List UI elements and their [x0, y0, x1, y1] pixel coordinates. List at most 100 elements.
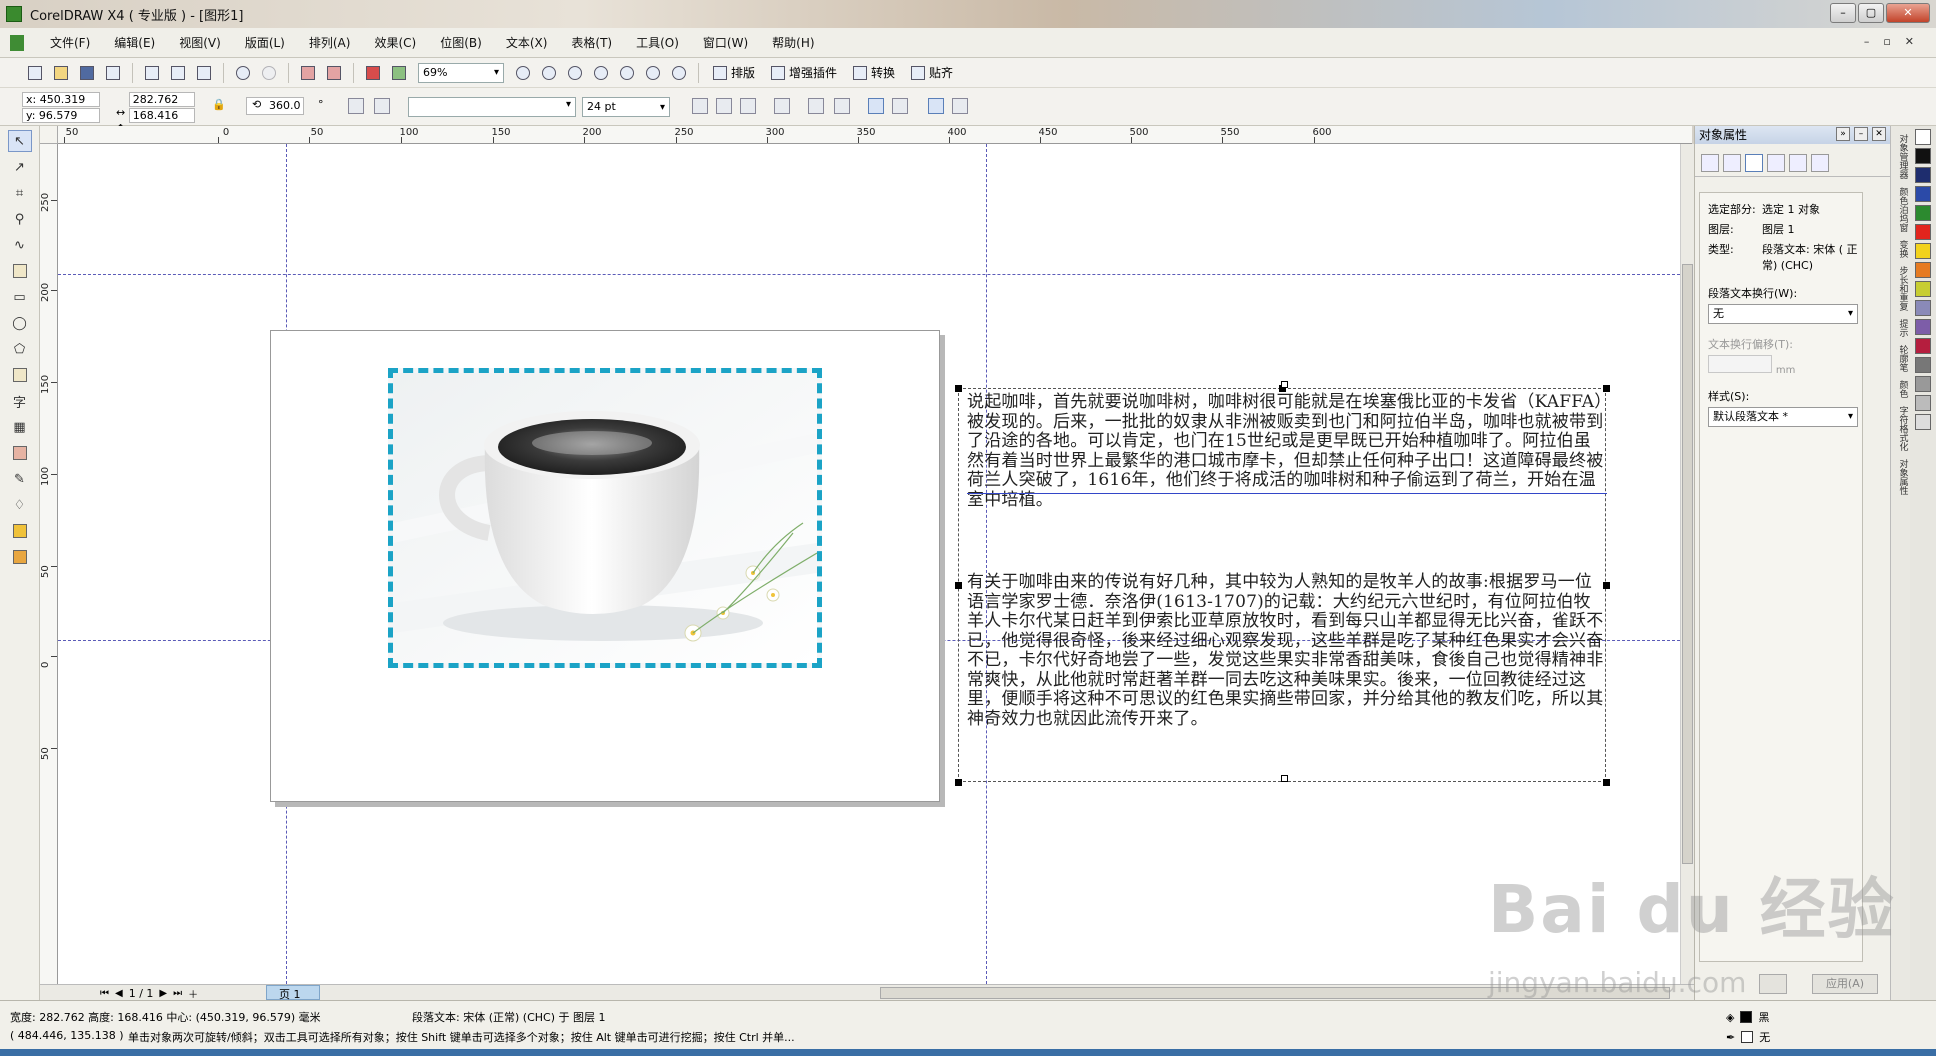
color-swatch[interactable]: [1915, 186, 1931, 202]
alignment-icon[interactable]: [774, 98, 790, 114]
docker-expand-icon[interactable]: »: [1836, 127, 1850, 141]
text-tool[interactable]: 字: [8, 390, 32, 412]
paragraph-text-frame[interactable]: 说起咖啡，首先就要说咖啡树，咖啡树很可能就是在埃塞俄比亚的卡发省（KAFFA）被…: [955, 381, 1610, 786]
paste-button[interactable]: [193, 62, 215, 84]
ellipse-tool[interactable]: ◯: [8, 312, 32, 334]
zoom-selected-button[interactable]: [564, 62, 586, 84]
vertical-ruler[interactable]: 250 200 150 100 50 0 50: [40, 144, 58, 984]
docker-side-tab[interactable]: 变换: [1894, 240, 1908, 258]
table-tool[interactable]: ▦: [8, 416, 32, 438]
undo-button[interactable]: [232, 62, 254, 84]
layout-button[interactable]: 排版: [713, 64, 755, 81]
basic-shapes-tool[interactable]: [8, 364, 32, 386]
color-swatch[interactable]: [1915, 376, 1931, 392]
selection-handle[interactable]: [1603, 385, 1610, 392]
edit-text-icon[interactable]: [892, 98, 908, 114]
outline-indicator[interactable]: ✒ 无: [1726, 1029, 1770, 1045]
vertical-scroll-thumb[interactable]: [1682, 264, 1693, 864]
ruler-origin[interactable]: [40, 126, 58, 144]
docker-side-tab[interactable]: 对象管理器: [1894, 134, 1908, 179]
zoom-in-button[interactable]: [512, 62, 534, 84]
color-swatch[interactable]: [1915, 338, 1931, 354]
guideline-horizontal[interactable]: [58, 274, 1680, 275]
horizontal-text-icon[interactable]: [868, 98, 884, 114]
docker-side-tab[interactable]: 提示: [1894, 319, 1908, 337]
menu-table[interactable]: 表格(T): [559, 34, 624, 51]
convert-button[interactable]: 转换: [853, 64, 895, 81]
eyedropper-tool[interactable]: ✎: [8, 468, 32, 490]
prev-page-icon[interactable]: ◀: [115, 988, 123, 999]
fill-tab-icon[interactable]: [1701, 154, 1719, 172]
color-swatch[interactable]: [1915, 148, 1931, 164]
menu-view[interactable]: 视图(V): [167, 34, 233, 51]
export-button[interactable]: [323, 62, 345, 84]
plugins-button[interactable]: 增强插件: [771, 64, 837, 81]
copy-button[interactable]: [167, 62, 189, 84]
color-swatch[interactable]: [1915, 395, 1931, 411]
doc-close-button[interactable]: ✕: [1905, 35, 1914, 48]
docker-minimize-icon[interactable]: –: [1854, 127, 1868, 141]
color-swatch[interactable]: [1915, 357, 1931, 373]
text-tab-icon[interactable]: [1811, 154, 1829, 172]
close-button[interactable]: ✕: [1886, 3, 1930, 23]
new-button[interactable]: [24, 62, 46, 84]
mirror-vertical-icon[interactable]: [374, 98, 390, 114]
cut-button[interactable]: [141, 62, 163, 84]
maximize-button[interactable]: ▢: [1858, 3, 1884, 23]
color-swatch[interactable]: [1915, 129, 1931, 145]
selection-handle[interactable]: [955, 779, 962, 786]
docker-side-tab[interactable]: 轮廓笔: [1894, 345, 1908, 372]
offset-input[interactable]: [1708, 355, 1772, 373]
zoom-page-button[interactable]: [616, 62, 638, 84]
menu-bitmaps[interactable]: 位图(B): [428, 34, 494, 51]
zoom-height-button[interactable]: [668, 62, 690, 84]
document-icon[interactable]: [10, 34, 24, 51]
vertical-orientation-icon[interactable]: [952, 98, 968, 114]
style-select[interactable]: 默认段落文本 *: [1708, 407, 1858, 427]
app-launcher-button[interactable]: [362, 62, 384, 84]
color-swatch[interactable]: [1915, 205, 1931, 221]
outline-tab-icon[interactable]: [1723, 154, 1741, 172]
font-family-select[interactable]: [408, 97, 576, 117]
wrap-select[interactable]: 无: [1708, 304, 1858, 324]
color-swatch[interactable]: [1915, 319, 1931, 335]
crop-tool[interactable]: ⌗: [8, 182, 32, 204]
first-page-icon[interactable]: ⏮: [100, 988, 109, 999]
pick-tool[interactable]: ↖: [7, 130, 32, 152]
add-page-icon[interactable]: ＋: [188, 986, 198, 1001]
docker-close-icon[interactable]: ✕: [1872, 127, 1886, 141]
general-tab-icon[interactable]: [1745, 154, 1763, 172]
snap-button[interactable]: 贴齐: [911, 64, 953, 81]
next-page-icon[interactable]: ▶: [159, 988, 167, 999]
color-swatch[interactable]: [1915, 414, 1931, 430]
underline-icon[interactable]: [740, 98, 756, 114]
doc-minimize-button[interactable]: –: [1864, 35, 1870, 48]
menu-window[interactable]: 窗口(W): [691, 34, 760, 51]
interactive-fill-tool[interactable]: [8, 546, 32, 568]
menu-text[interactable]: 文本(X): [494, 34, 560, 51]
internet-tab-icon[interactable]: [1789, 154, 1807, 172]
text-overflow-handle[interactable]: [1281, 775, 1288, 782]
color-swatch[interactable]: [1915, 224, 1931, 240]
save-button[interactable]: [76, 62, 98, 84]
import-button[interactable]: [297, 62, 319, 84]
font-size-select[interactable]: 24 pt: [582, 97, 670, 117]
menu-arrange[interactable]: 排列(A): [297, 34, 363, 51]
paragraph-2[interactable]: 有关于咖啡由来的传说有好几种，其中较为人熟知的是牧羊人的故事:根据罗马一位语言学…: [967, 572, 1607, 729]
outline-tool[interactable]: ♢: [8, 494, 32, 516]
selection-handle[interactable]: [955, 582, 962, 589]
fill-tool[interactable]: [8, 520, 32, 542]
zoom-all-button[interactable]: [590, 62, 612, 84]
open-button[interactable]: [50, 62, 72, 84]
doc-restore-button[interactable]: ▫: [1883, 35, 1890, 48]
docker-side-tab[interactable]: 对象属性: [1894, 459, 1908, 495]
color-swatch[interactable]: [1915, 167, 1931, 183]
menu-file[interactable]: 文件(F): [38, 34, 102, 51]
menu-help[interactable]: 帮助(H): [760, 34, 826, 51]
interactive-blend-tool[interactable]: [8, 442, 32, 464]
horizontal-ruler[interactable]: 50 0 50 100 150 200 250 300 350 400 450 500 550 600: [58, 126, 1692, 144]
print-button[interactable]: [102, 62, 124, 84]
italic-icon[interactable]: [716, 98, 732, 114]
zoom-out-button[interactable]: [538, 62, 560, 84]
docker-side-tab[interactable]: 步长和重复: [1894, 266, 1908, 311]
